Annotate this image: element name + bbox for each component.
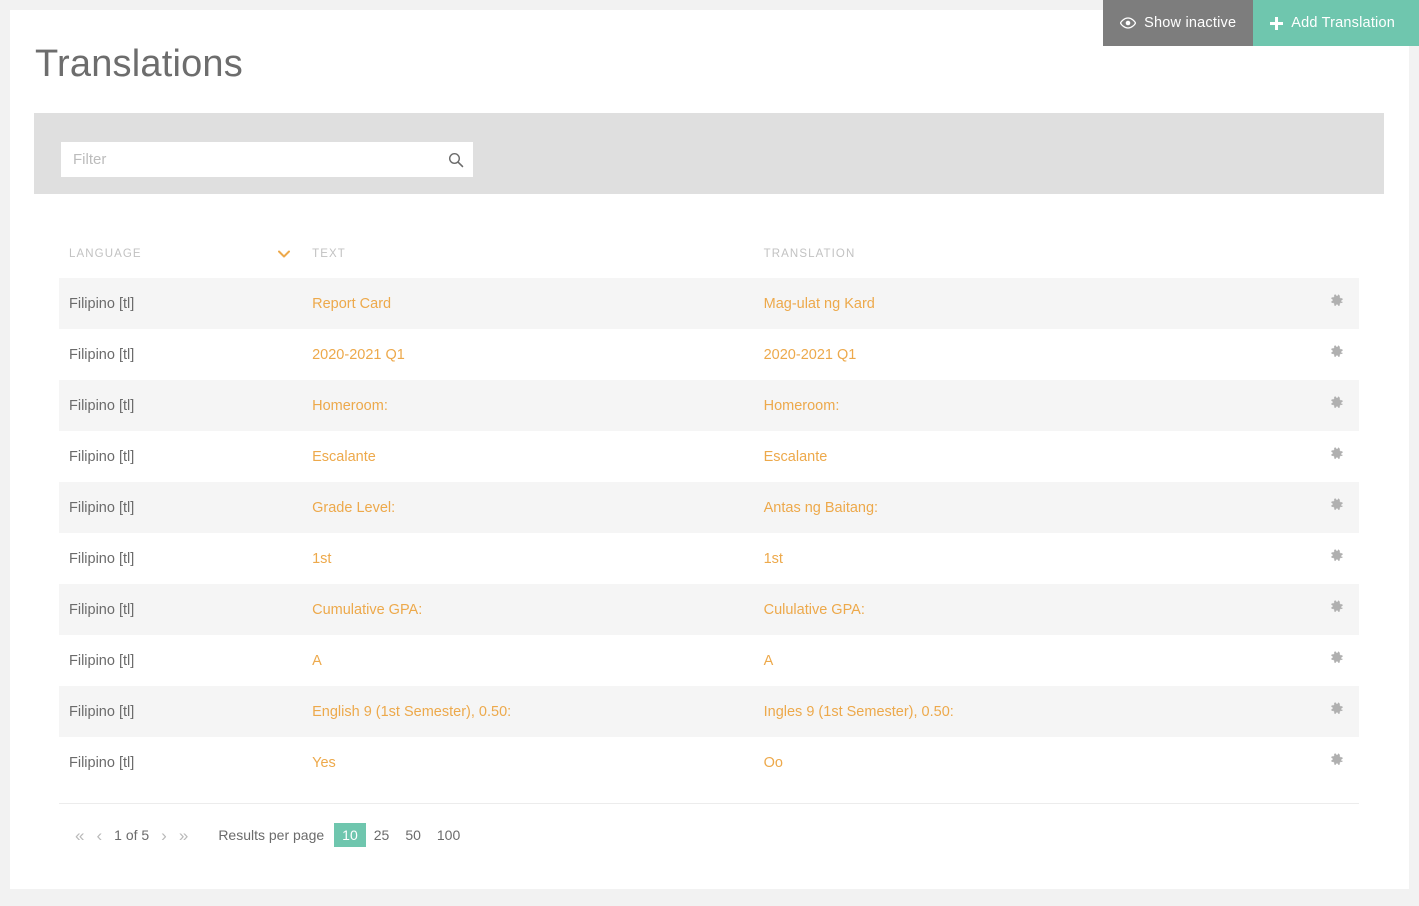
- cell-text[interactable]: Cumulative GPA:: [312, 602, 764, 618]
- filter-bar: [34, 113, 1384, 194]
- page-size-option-50[interactable]: 50: [397, 823, 429, 847]
- page-size-option-25[interactable]: 25: [366, 823, 398, 847]
- cell-language: Filipino [tl]: [69, 448, 135, 465]
- cell-translation[interactable]: Homeroom:: [764, 398, 1315, 414]
- pagination-status: 1 of 5: [114, 827, 150, 843]
- table-row[interactable]: Filipino [tl] Yes Oo: [59, 737, 1359, 788]
- cell-language: Filipino [tl]: [69, 652, 135, 669]
- cell-text[interactable]: Yes: [312, 755, 764, 771]
- cell-text[interactable]: Grade Level:: [312, 500, 764, 516]
- cell-language: Filipino [tl]: [69, 754, 135, 771]
- row-settings-button[interactable]: [1314, 549, 1359, 568]
- cell-translation[interactable]: A: [764, 653, 1315, 669]
- cell-language: Filipino [tl]: [69, 499, 135, 516]
- cell-text[interactable]: Report Card: [312, 296, 764, 312]
- column-header-text-label: TEXT: [312, 248, 346, 260]
- row-settings-button[interactable]: [1314, 498, 1359, 517]
- header-actions: Show inactive Add Translation: [1103, 0, 1419, 46]
- cell-translation[interactable]: Cululative GPA:: [764, 602, 1315, 618]
- gear-icon: [1330, 549, 1344, 568]
- show-inactive-label: Show inactive: [1144, 15, 1237, 31]
- table-header-row: LANGUAGE TEXT TRANSLATION: [59, 230, 1359, 278]
- column-header-translation[interactable]: TRANSLATION: [764, 248, 1315, 260]
- row-settings-button[interactable]: [1314, 702, 1359, 721]
- gear-icon: [1330, 651, 1344, 670]
- table-row[interactable]: Filipino [tl] 1st 1st: [59, 533, 1359, 584]
- cell-language: Filipino [tl]: [69, 346, 135, 363]
- page-size-option-10[interactable]: 10: [334, 823, 366, 847]
- footer-divider: [59, 803, 1359, 804]
- main-card: Translations LANGUAGE: [10, 10, 1409, 889]
- filter-input-wrapper: [61, 142, 473, 177]
- cell-translation[interactable]: Antas ng Baitang:: [764, 500, 1315, 516]
- row-settings-button[interactable]: [1314, 753, 1359, 772]
- row-settings-button[interactable]: [1314, 600, 1359, 619]
- cell-language: Filipino [tl]: [69, 397, 135, 414]
- cell-translation[interactable]: 2020-2021 Q1: [764, 347, 1315, 363]
- cell-language: Filipino [tl]: [69, 601, 135, 618]
- gear-icon: [1330, 447, 1344, 466]
- cell-translation[interactable]: Escalante: [764, 449, 1315, 465]
- pagination-prev-button[interactable]: ‹: [90, 827, 108, 844]
- add-translation-label: Add Translation: [1291, 15, 1395, 31]
- gear-icon: [1330, 498, 1344, 517]
- pagination-first-button[interactable]: «: [69, 827, 90, 844]
- column-header-text[interactable]: TEXT: [312, 248, 764, 260]
- translations-table: LANGUAGE TEXT TRANSLATION Filipino [tl] R…: [59, 230, 1359, 788]
- search-icon[interactable]: [439, 152, 473, 168]
- row-settings-button[interactable]: [1314, 345, 1359, 364]
- table-body: Filipino [tl] Report Card Mag-ulat ng Kard…: [59, 278, 1359, 788]
- filter-input[interactable]: [61, 142, 439, 177]
- plus-icon: [1270, 16, 1284, 30]
- page-title: Translations: [35, 43, 243, 85]
- cell-translation[interactable]: Ingles 9 (1st Semester), 0.50:: [764, 704, 1315, 720]
- cell-text[interactable]: Homeroom:: [312, 398, 764, 414]
- chevron-down-icon[interactable]: [278, 248, 291, 260]
- row-settings-button[interactable]: [1314, 651, 1359, 670]
- row-settings-button[interactable]: [1314, 294, 1359, 313]
- results-per-page-options: 10 25 50 100: [334, 823, 468, 847]
- table-row[interactable]: Filipino [tl] 2020-2021 Q1 2020-2021 Q1: [59, 329, 1359, 380]
- cell-text[interactable]: 2020-2021 Q1: [312, 347, 764, 363]
- add-translation-button[interactable]: Add Translation: [1253, 0, 1419, 46]
- eye-icon: [1119, 17, 1137, 29]
- cell-language: Filipino [tl]: [69, 295, 135, 312]
- table-row[interactable]: Filipino [tl] A A: [59, 635, 1359, 686]
- column-header-language[interactable]: LANGUAGE: [69, 248, 312, 260]
- gear-icon: [1330, 345, 1344, 364]
- gear-icon: [1330, 753, 1344, 772]
- gear-icon: [1330, 600, 1344, 619]
- cell-text[interactable]: 1st: [312, 551, 764, 567]
- cell-language: Filipino [tl]: [69, 550, 135, 567]
- table-row[interactable]: Filipino [tl] Escalante Escalante: [59, 431, 1359, 482]
- column-header-translation-label: TRANSLATION: [763, 248, 856, 260]
- gear-icon: [1330, 294, 1344, 313]
- results-per-page-label: Results per page: [218, 827, 325, 843]
- pagination-next-button[interactable]: ›: [155, 827, 173, 844]
- table-row[interactable]: Filipino [tl] Cumulative GPA: Cululative G…: [59, 584, 1359, 635]
- table-row[interactable]: Filipino [tl] Grade Level: Antas ng Baitan…: [59, 482, 1359, 533]
- cell-translation[interactable]: 1st: [764, 551, 1315, 567]
- page-size-option-100[interactable]: 100: [429, 823, 468, 847]
- show-inactive-button[interactable]: Show inactive: [1103, 0, 1254, 46]
- gear-icon: [1330, 396, 1344, 415]
- pagination-last-button[interactable]: »: [173, 827, 194, 844]
- gear-icon: [1330, 702, 1344, 721]
- cell-language: Filipino [tl]: [69, 703, 135, 720]
- cell-text[interactable]: A: [312, 653, 764, 669]
- cell-text[interactable]: Escalante: [312, 449, 764, 465]
- row-settings-button[interactable]: [1314, 447, 1359, 466]
- table-row[interactable]: Filipino [tl] Homeroom: Homeroom:: [59, 380, 1359, 431]
- cell-translation[interactable]: Mag-ulat ng Kard: [764, 296, 1315, 312]
- column-header-language-label: LANGUAGE: [69, 248, 142, 260]
- cell-translation[interactable]: Oo: [764, 755, 1315, 771]
- cell-text[interactable]: English 9 (1st Semester), 0.50:: [312, 704, 764, 720]
- table-row[interactable]: Filipino [tl] English 9 (1st Semester), 0…: [59, 686, 1359, 737]
- row-settings-button[interactable]: [1314, 396, 1359, 415]
- pagination: « ‹ 1 of 5 › » Results per page 10 25 50 10…: [69, 822, 468, 848]
- table-row[interactable]: Filipino [tl] Report Card Mag-ulat ng Kard: [59, 278, 1359, 329]
